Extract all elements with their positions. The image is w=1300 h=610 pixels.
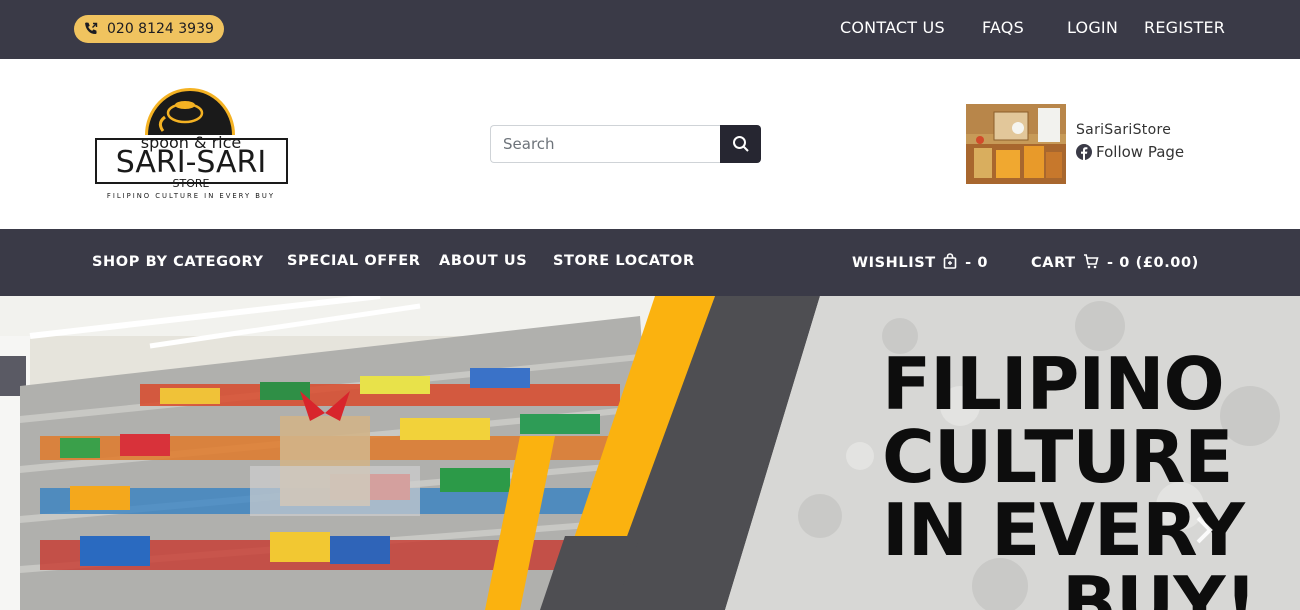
contact-us-link[interactable]: CONTACT US	[840, 18, 945, 37]
nav-about-us[interactable]: ABOUT US	[439, 253, 527, 269]
wishlist-link[interactable]: WISHLIST - 0	[852, 253, 988, 271]
main-navigation: SHOP BY CATEGORY SPECIAL OFFER ABOUT US …	[0, 229, 1300, 296]
search-button[interactable]	[720, 125, 761, 163]
faqs-link[interactable]: FAQS	[982, 18, 1024, 37]
follow-page-link[interactable]: Follow Page	[1076, 143, 1184, 161]
search-input[interactable]	[490, 125, 720, 163]
hero-banner[interactable]: FILIPINO CULTURE IN EVERY BUY!	[0, 296, 1300, 610]
cart-icon	[1084, 254, 1099, 269]
hero-line-1: FILIPINO	[882, 342, 1225, 426]
hero-line-4: BUY!	[1062, 561, 1257, 610]
bag-icon	[944, 253, 957, 269]
site-header: spoon & rice SARI-SARI STORE FILIPINO CU…	[0, 59, 1300, 229]
phone-badge[interactable]: 020 8124 3939	[74, 15, 224, 43]
login-link[interactable]: LOGIN	[1067, 18, 1118, 37]
cart-summary: - 0 (£0.00)	[1106, 255, 1199, 271]
cart-link[interactable]: CART - 0 (£0.00)	[1031, 253, 1199, 271]
logo-line2: SARI-SARI	[116, 145, 266, 180]
search-icon	[732, 136, 749, 152]
hero-headline: FILIPINO CULTURE IN EVERY BUY!	[882, 348, 1282, 610]
nav-special-offer[interactable]: SPECIAL OFFER	[287, 253, 421, 269]
facebook-icon	[1076, 144, 1092, 160]
chevron-right-icon[interactable]	[1192, 510, 1216, 550]
store-logo[interactable]: spoon & rice SARI-SARI STORE FILIPINO CU…	[93, 83, 293, 203]
facebook-page-thumbnail[interactable]	[966, 104, 1066, 184]
wishlist-count: - 0	[965, 255, 989, 271]
search-bar	[490, 125, 761, 163]
hero-line-3: IN EVERY	[882, 488, 1245, 572]
logo-tagline: FILIPINO CULTURE IN EVERY BUY	[107, 192, 275, 200]
follow-page-label: Follow Page	[1096, 143, 1185, 161]
wishlist-label: WISHLIST	[852, 255, 936, 271]
register-link[interactable]: REGISTER	[1144, 18, 1225, 37]
nav-store-locator[interactable]: STORE LOCATOR	[553, 253, 695, 269]
cart-label: CART	[1031, 255, 1076, 271]
hero-line-2: CULTURE	[882, 415, 1233, 499]
facebook-page-name[interactable]: SariSariStore	[1076, 122, 1171, 138]
top-bar: 020 8124 3939 CONTACT US FAQS LOGIN REGI…	[0, 0, 1300, 59]
nav-shop-by-category[interactable]: SHOP BY CATEGORY	[92, 254, 264, 270]
phone-number: 020 8124 3939	[107, 21, 214, 37]
logo-line3: STORE	[173, 177, 210, 190]
phone-icon	[85, 22, 98, 34]
